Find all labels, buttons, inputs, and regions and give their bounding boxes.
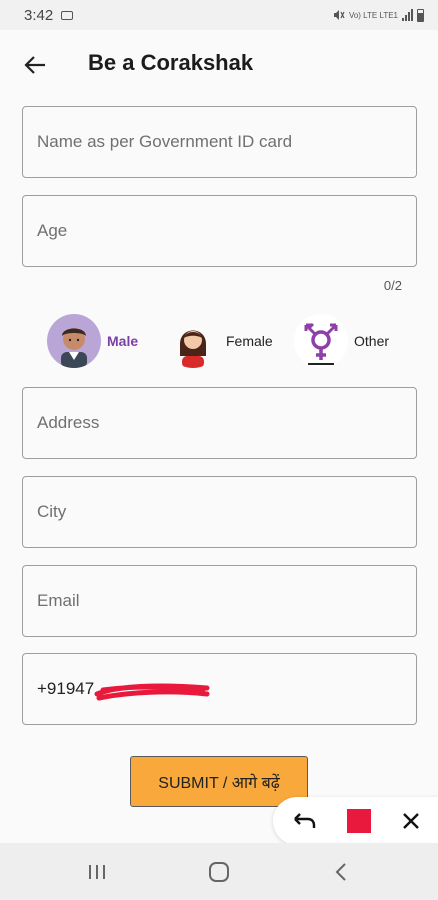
camera-icon <box>61 10 74 20</box>
undo-button[interactable] <box>277 812 333 830</box>
recents-icon <box>89 865 105 879</box>
undo-icon <box>294 813 316 828</box>
phone-field[interactable]: +91947 <box>22 653 417 725</box>
battery-icon <box>417 8 424 22</box>
female-avatar-icon <box>166 314 220 368</box>
email-input[interactable] <box>37 591 416 611</box>
signal-icon <box>402 9 413 21</box>
network-label: Vo) LTE LTE1 <box>348 10 398 20</box>
status-bar: 3:42 Vo) LTE LTE1 <box>0 0 438 30</box>
city-input[interactable] <box>37 502 416 522</box>
gender-option-male[interactable]: Male <box>47 312 138 370</box>
system-nav-bar <box>0 843 438 900</box>
age-field[interactable] <box>22 195 417 267</box>
redaction-scribble <box>94 683 210 701</box>
recents-button[interactable] <box>82 857 112 887</box>
home-button[interactable] <box>204 857 234 887</box>
gender-label-female: Female <box>226 333 273 349</box>
mute-icon <box>333 10 345 20</box>
age-char-counter: 0/2 <box>383 278 402 293</box>
transgender-symbol-icon <box>294 314 348 368</box>
color-picker-button[interactable] <box>333 809 385 833</box>
arrow-left-icon <box>24 56 45 74</box>
city-field[interactable] <box>22 476 417 548</box>
address-field[interactable] <box>22 387 417 459</box>
gender-option-female[interactable]: Female <box>166 312 273 370</box>
gender-label-other: Other <box>354 333 390 349</box>
email-field[interactable] <box>22 565 417 637</box>
back-icon <box>335 863 346 881</box>
close-icon <box>403 813 419 829</box>
gender-option-other[interactable]: Other <box>294 312 389 370</box>
color-swatch-icon <box>347 809 371 833</box>
app-bar: Be a Corakshak <box>0 30 438 100</box>
status-time: 3:42 <box>24 6 54 24</box>
home-icon <box>209 862 229 882</box>
male-avatar-icon <box>47 314 101 368</box>
back-button[interactable] <box>20 50 50 80</box>
nav-back-button[interactable] <box>326 857 356 887</box>
gender-label-male: Male <box>107 333 139 349</box>
page-title: Be a Corakshak <box>88 50 254 75</box>
name-field[interactable] <box>22 106 417 178</box>
close-button[interactable] <box>385 812 437 830</box>
address-input[interactable] <box>37 413 416 433</box>
phone-value[interactable]: +91947 <box>37 679 94 699</box>
age-input[interactable] <box>37 221 416 241</box>
name-input[interactable] <box>37 132 416 152</box>
gender-selector: Male Female Other <box>0 312 438 372</box>
submit-button[interactable]: SUBMIT / आगे बढ़ें <box>130 756 308 807</box>
status-icons: Vo) LTE LTE1 <box>333 8 424 22</box>
annotation-toolbar <box>273 797 438 845</box>
